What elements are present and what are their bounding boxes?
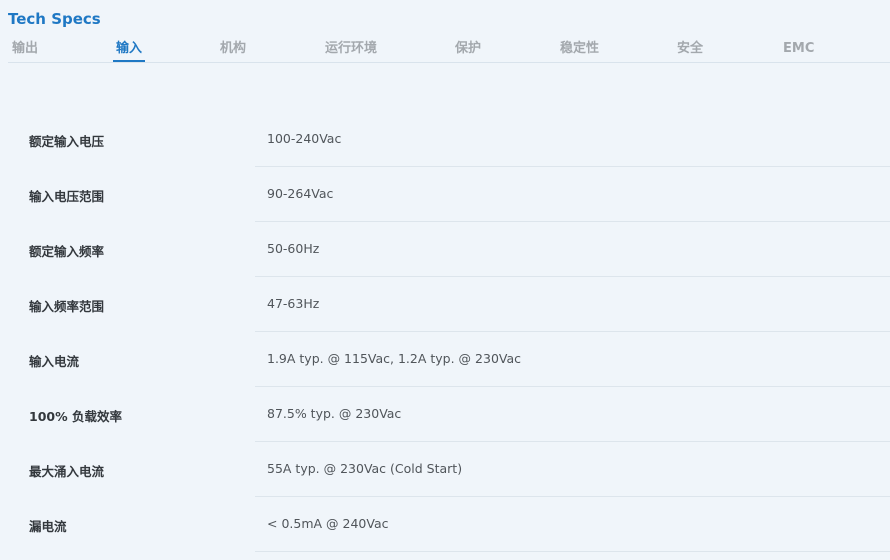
tab-emc[interactable]: EMC	[783, 40, 814, 58]
spec-table: 额定输入电压 100-240Vac 输入电压范围 90-264Vac 额定输入频…	[0, 112, 890, 552]
spec-label: 漏电流	[29, 519, 67, 534]
spec-row-rated-input-voltage: 额定输入电压 100-240Vac	[0, 112, 890, 167]
spec-label: 额定输入电压	[29, 134, 105, 149]
tab-output[interactable]: 输出	[12, 40, 38, 58]
tab-safety[interactable]: 安全	[677, 40, 703, 58]
spec-label: 100% 负载效率	[29, 409, 122, 424]
spec-label: 输入电压范围	[29, 189, 105, 204]
spec-value: 55A typ. @ 230Vac (Cold Start)	[267, 461, 463, 476]
spec-label: 输入频率范围	[29, 299, 105, 314]
tab-protection[interactable]: 保护	[455, 40, 481, 58]
spec-value: 100-240Vac	[267, 131, 342, 146]
spec-label: 输入电流	[29, 354, 80, 369]
spec-tabs: 输出 输入 机构 运行环境 保护 稳定性 安全 EMC	[8, 40, 890, 63]
spec-value: 47-63Hz	[267, 296, 320, 311]
spec-value: 90-264Vac	[267, 186, 334, 201]
tech-specs-page: Tech Specs 输出 输入 机构 运行环境 保护 稳定性 安全 EMC 额…	[0, 0, 890, 560]
tab-reliability[interactable]: 稳定性	[560, 40, 599, 58]
spec-value: 50-60Hz	[267, 241, 320, 256]
spec-row-rated-input-frequency: 额定输入频率 50-60Hz	[0, 222, 890, 277]
tab-input[interactable]: 输入	[112, 40, 146, 62]
spec-value: 1.9A typ. @ 115Vac, 1.2A typ. @ 230Vac	[267, 351, 522, 366]
spec-value: < 0.5mA @ 240Vac	[267, 516, 389, 531]
tab-environment[interactable]: 运行环境	[325, 40, 377, 58]
spec-row-input-current: 输入电流 1.9A typ. @ 115Vac, 1.2A typ. @ 230…	[0, 332, 890, 387]
spec-row-leakage-current: 漏电流 < 0.5mA @ 240Vac	[0, 497, 890, 552]
spec-row-max-inrush-current: 最大涌入电流 55A typ. @ 230Vac (Cold Start)	[0, 442, 890, 497]
spec-label: 额定输入频率	[29, 244, 105, 259]
spec-value: 87.5% typ. @ 230Vac	[267, 406, 402, 421]
tab-mechanical[interactable]: 机构	[220, 40, 246, 58]
spec-row-input-frequency-range: 输入频率范围 47-63Hz	[0, 277, 890, 332]
spec-row-input-voltage-range: 输入电压范围 90-264Vac	[0, 167, 890, 222]
spec-row-full-load-efficiency: 100% 负载效率 87.5% typ. @ 230Vac	[0, 387, 890, 442]
page-title: Tech Specs	[8, 10, 101, 28]
spec-label: 最大涌入电流	[29, 464, 105, 479]
